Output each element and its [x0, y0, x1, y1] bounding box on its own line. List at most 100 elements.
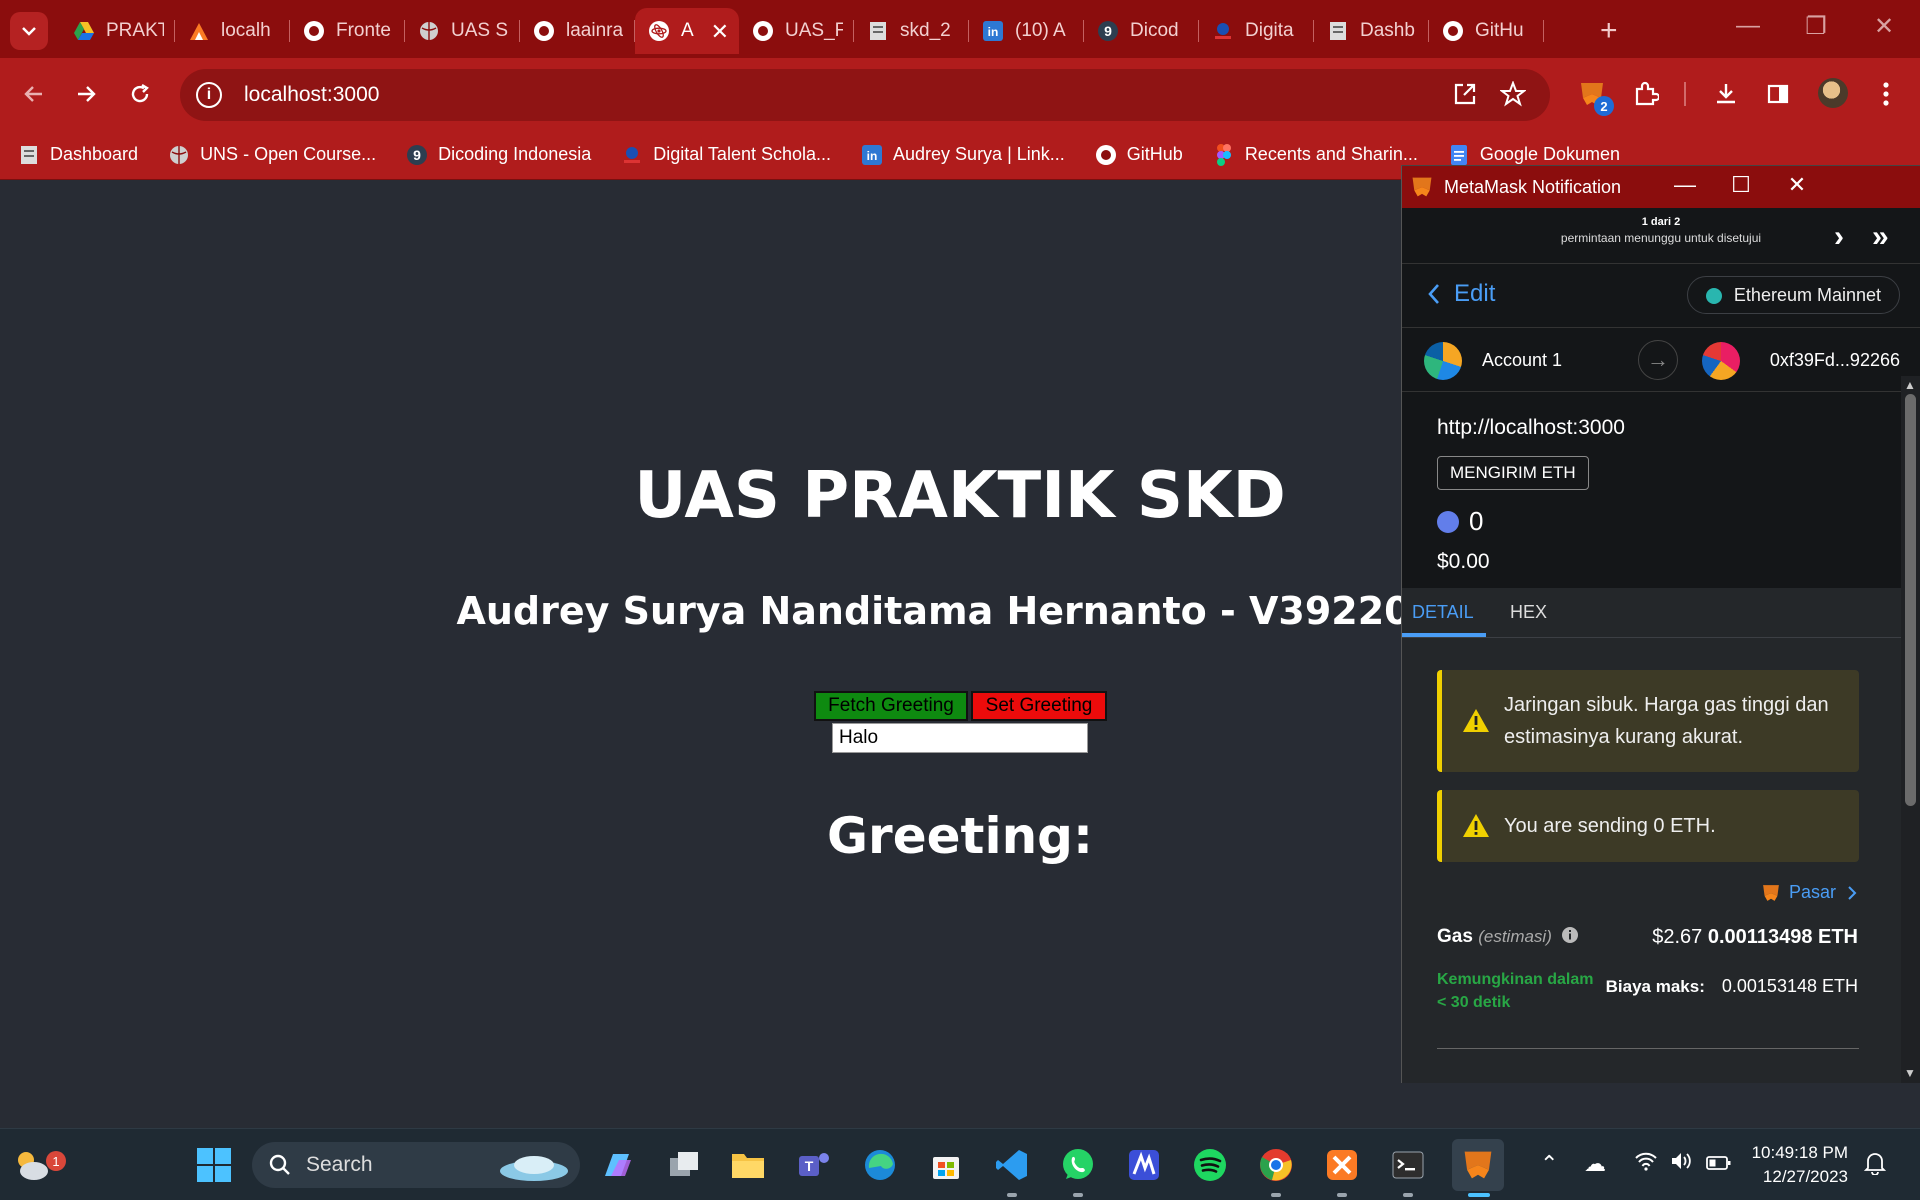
site-info-icon[interactable]: i: [196, 82, 222, 108]
chevron-up-icon[interactable]: ⌃: [1540, 1151, 1558, 1177]
bookmark-label: GitHub: [1126, 144, 1183, 164]
side-panel-icon[interactable]: [1758, 74, 1798, 114]
maximize-icon[interactable]: ☐: [1721, 172, 1761, 198]
greeting-input[interactable]: [832, 723, 1088, 753]
bookmark-item[interactable]: Recents and Sharin...: [1213, 143, 1418, 166]
metamask-scrollbar[interactable]: ▲ ▼: [1901, 376, 1920, 1083]
scrollbar-thumb[interactable]: [1905, 394, 1916, 806]
metamask-taskbar-icon[interactable]: [1452, 1139, 1504, 1191]
google-docs-icon: [1448, 144, 1470, 166]
info-icon[interactable]: [1561, 926, 1579, 944]
market-link-label: Pasar: [1788, 882, 1836, 902]
new-tab-button[interactable]: +: [1600, 14, 1618, 48]
browser-tab[interactable]: PRAKT: [60, 8, 175, 54]
minimize-icon[interactable]: —: [1728, 12, 1768, 40]
next-request-icon[interactable]: ›: [1834, 220, 1844, 254]
weather-widget[interactable]: 1: [10, 1143, 66, 1187]
chevron-down-icon: [22, 27, 36, 36]
tab-strip: PRAKT localh Fronte UAS Slaainra A ✕ UAS_F skd_…: [0, 0, 1920, 58]
bookmark-star-icon[interactable]: [1499, 80, 1527, 114]
browser-tab[interactable]: UAS_F: [739, 8, 854, 54]
start-button[interactable]: [192, 1143, 236, 1187]
browser-tab[interactable]: GitHu: [1429, 8, 1544, 54]
open-in-app-icon[interactable]: [1452, 81, 1478, 114]
url-text[interactable]: localhost:3000: [244, 83, 379, 107]
extensions-puzzle-icon[interactable]: [1626, 74, 1666, 114]
browser-tab[interactable]: UAS S: [405, 8, 520, 54]
browser-tab[interactable]: in (10) A: [969, 8, 1084, 54]
search-highlight-icon: [500, 1156, 568, 1181]
detail-panel: Jaringan sibuk. Harga gas tinggi dan est…: [1402, 638, 1902, 1083]
send-amount-value: 0: [1469, 506, 1484, 536]
close-tab-icon[interactable]: ✕: [711, 19, 729, 45]
linkedin-icon: in: [861, 144, 883, 166]
browser-tab[interactable]: localh: [175, 8, 290, 54]
microsoft-store-icon[interactable]: [924, 1143, 968, 1187]
volume-icon[interactable]: [1670, 1151, 1694, 1177]
browser-tab[interactable]: laainra: [520, 8, 635, 54]
bookmark-item[interactable]: UNS - Open Course...: [168, 144, 376, 166]
onedrive-icon[interactable]: ☁: [1584, 1151, 1606, 1177]
edit-button[interactable]: Edit: [1426, 280, 1495, 308]
menu-kebab-icon[interactable]: [1866, 74, 1906, 114]
terminal-icon[interactable]: [1386, 1143, 1430, 1187]
taskbar-clock[interactable]: 10:49:18 PM 12/27/2023: [1752, 1141, 1848, 1189]
bookmark-item[interactable]: Google Dokumen: [1448, 144, 1620, 166]
address-bar[interactable]: i localhost:3000: [180, 69, 1550, 121]
network-selector[interactable]: Ethereum Mainnet: [1686, 276, 1900, 314]
wifi-icon[interactable]: [1634, 1151, 1658, 1177]
taskbar-search[interactable]: Search: [252, 1142, 580, 1188]
set-greeting-button[interactable]: Set Greeting: [971, 691, 1107, 721]
tab-label: UAS_F: [785, 20, 843, 41]
bookmark-item[interactable]: GitHub: [1095, 144, 1183, 166]
profile-avatar[interactable]: [1818, 78, 1848, 108]
copilot-icon[interactable]: [596, 1143, 640, 1187]
edge-icon[interactable]: [858, 1143, 902, 1187]
restore-icon[interactable]: ❐: [1796, 12, 1836, 41]
forward-icon[interactable]: [66, 74, 106, 114]
whatsapp-icon[interactable]: [1056, 1143, 1100, 1187]
last-request-icon[interactable]: »: [1872, 220, 1889, 254]
github-icon: [1441, 19, 1465, 43]
vscode-icon[interactable]: [990, 1143, 1034, 1187]
browser-tab[interactable]: skd_2: [854, 8, 969, 54]
close-window-icon[interactable]: ✕: [1864, 12, 1904, 41]
fetch-greeting-button[interactable]: Fetch Greeting: [814, 691, 968, 721]
download-icon[interactable]: [1706, 74, 1746, 114]
globe-icon: [417, 19, 441, 43]
battery-icon[interactable]: [1706, 1151, 1732, 1177]
reload-icon[interactable]: [120, 74, 160, 114]
tab-label: (10) A: [1015, 20, 1066, 41]
browser-tab[interactable]: Digita: [1199, 8, 1314, 54]
teams-icon[interactable]: T: [792, 1143, 836, 1187]
tab-hex[interactable]: HEX: [1510, 602, 1547, 623]
bookmark-item[interactable]: in Audrey Surya | Link...: [861, 144, 1065, 166]
recipient-address[interactable]: 0xf39Fd...92266: [1770, 350, 1900, 371]
tab-search-button[interactable]: [10, 12, 48, 50]
browser-tab[interactable]: 9 Dicod: [1084, 8, 1199, 54]
browser-tab[interactable]: Dashb: [1314, 8, 1429, 54]
close-icon[interactable]: ✕: [1777, 172, 1817, 198]
scroll-down-icon[interactable]: ▼: [1904, 1066, 1916, 1080]
metamask-extension-icon[interactable]: 2: [1572, 74, 1614, 116]
file-explorer-icon[interactable]: [726, 1143, 770, 1187]
scroll-up-icon[interactable]: ▲: [1904, 378, 1916, 392]
ethereum-icon: [1437, 510, 1459, 533]
back-icon[interactable]: [14, 74, 54, 114]
mendeley-icon[interactable]: [1122, 1143, 1166, 1187]
bookmark-item[interactable]: Digital Talent Schola...: [621, 144, 831, 166]
chrome-icon[interactable]: [1254, 1143, 1298, 1187]
bookmark-item[interactable]: Dashboard: [18, 144, 138, 166]
minimize-icon[interactable]: —: [1665, 172, 1705, 198]
bookmark-item[interactable]: 9 Dicoding Indonesia: [406, 144, 591, 166]
notification-bell-icon[interactable]: [1863, 1151, 1887, 1181]
browser-tab[interactable]: Fronte: [290, 8, 405, 54]
tab-detail[interactable]: DETAIL: [1412, 602, 1474, 623]
task-view-icon[interactable]: [662, 1143, 706, 1187]
spotify-icon[interactable]: [1188, 1143, 1232, 1187]
tab-label: Dicod: [1130, 20, 1179, 41]
market-link[interactable]: Pasar: [1761, 882, 1858, 903]
xampp-icon[interactable]: [1320, 1143, 1364, 1187]
browser-tab[interactable]: A ✕: [635, 8, 739, 54]
clock-time: 10:49:18 PM: [1751, 1143, 1848, 1162]
